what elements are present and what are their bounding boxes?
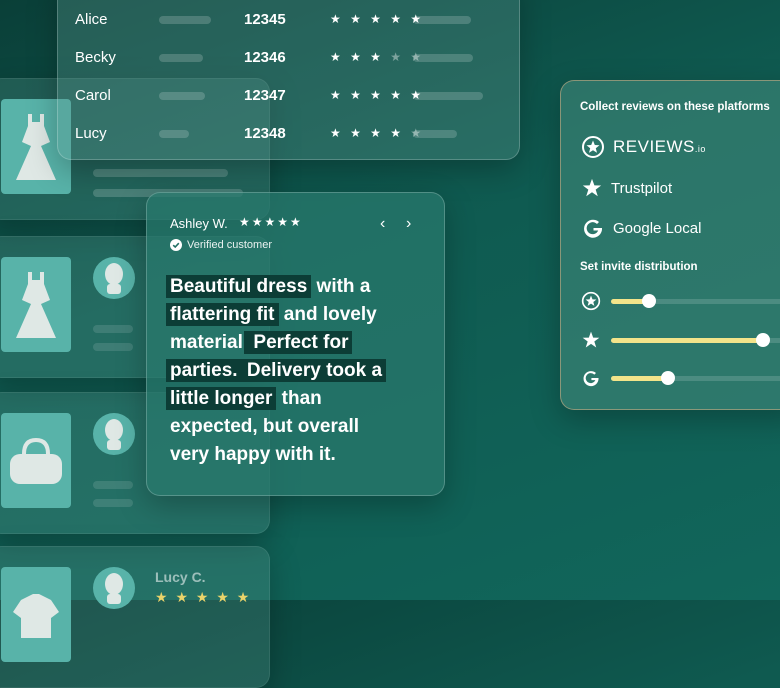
prev-review-button[interactable]: ‹ <box>380 215 385 233</box>
dress-icon <box>1 257 71 352</box>
rating-stars: ★★★★★ <box>239 215 303 229</box>
platform-reviews-io[interactable]: REVIEWS.io <box>581 135 706 159</box>
platform-label: REVIEWS.io <box>613 137 706 156</box>
review-text: Beautiful dress with a flattering fit an… <box>166 273 430 469</box>
customer-name: Lucy <box>75 125 107 142</box>
platform-label: Trustpilot <box>611 179 673 197</box>
table-row[interactable]: Alice 12345 ★ ★ ★ ★ ★ <box>58 1 519 39</box>
avatar <box>93 413 135 455</box>
distribution-slider-google[interactable] <box>581 368 780 388</box>
order-number: 12345 <box>244 11 286 28</box>
customer-name: Becky <box>75 49 116 66</box>
customer-name: Carol <box>75 87 111 104</box>
avatar <box>93 257 135 299</box>
verified-badge: Verified customer <box>170 239 272 251</box>
reviews-io-icon <box>582 136 604 158</box>
distribution-slider-reviews-io[interactable] <box>581 291 780 311</box>
reviewer-name: Lucy C. <box>155 569 206 585</box>
product-card[interactable]: Lucy C. ★ ★ ★ ★ ★ <box>0 546 270 688</box>
order-number: 12347 <box>244 87 286 104</box>
customer-name: Alice <box>75 11 108 28</box>
shirt-icon <box>1 567 71 662</box>
distribution-title: Set invite distribution <box>580 261 698 273</box>
google-g-icon <box>583 371 599 387</box>
handbag-icon <box>1 413 71 508</box>
rating-stars: ★ ★ ★ ★ ★ <box>330 88 425 102</box>
platform-trustpilot[interactable]: Trustpilot <box>581 177 672 199</box>
trustpilot-star-icon <box>582 178 602 197</box>
platform-google-local[interactable]: Google Local <box>581 216 701 240</box>
rating-stars: ★ ★ ★ ★ ★ <box>330 126 425 140</box>
platforms-panel: Collect reviews on these platforms REVIE… <box>560 80 780 410</box>
order-number: 12348 <box>244 125 286 142</box>
google-g-icon <box>584 219 603 238</box>
platforms-title: Collect reviews on these platforms <box>580 101 770 113</box>
avatar <box>93 567 135 609</box>
order-number: 12346 <box>244 49 286 66</box>
table-row[interactable]: Lucy 12348 ★ ★ ★ ★ ★ <box>58 115 519 153</box>
table-row[interactable]: Becky 12346 ★ ★ ★ ★ ★ <box>58 39 519 77</box>
trustpilot-star-icon <box>582 331 600 348</box>
customer-table: Alice 12345 ★ ★ ★ ★ ★ Becky 12346 ★ ★ ★ … <box>57 0 520 160</box>
rating-stars: ★ ★ ★ ★ ★ <box>330 12 425 26</box>
platform-label: Google Local <box>613 219 702 237</box>
next-review-button[interactable]: › <box>406 215 411 233</box>
rating-stars: ★ ★ ★ ★ ★ <box>330 50 425 64</box>
verified-label: Verified customer <box>187 239 272 251</box>
rating-stars: ★ ★ ★ ★ ★ <box>155 589 252 605</box>
review-card: Ashley W. ★★★★★ ‹ › Verified customer Be… <box>146 192 445 496</box>
slider-knob[interactable] <box>661 371 675 385</box>
slider-knob[interactable] <box>642 294 656 308</box>
slider-knob[interactable] <box>756 333 770 347</box>
reviewer-name: Ashley W. <box>170 216 228 231</box>
distribution-slider-trustpilot[interactable] <box>581 330 780 350</box>
table-row[interactable]: Carol 12347 ★ ★ ★ ★ ★ <box>58 77 519 115</box>
verified-check-icon <box>170 239 182 251</box>
reviews-io-icon <box>581 291 601 311</box>
